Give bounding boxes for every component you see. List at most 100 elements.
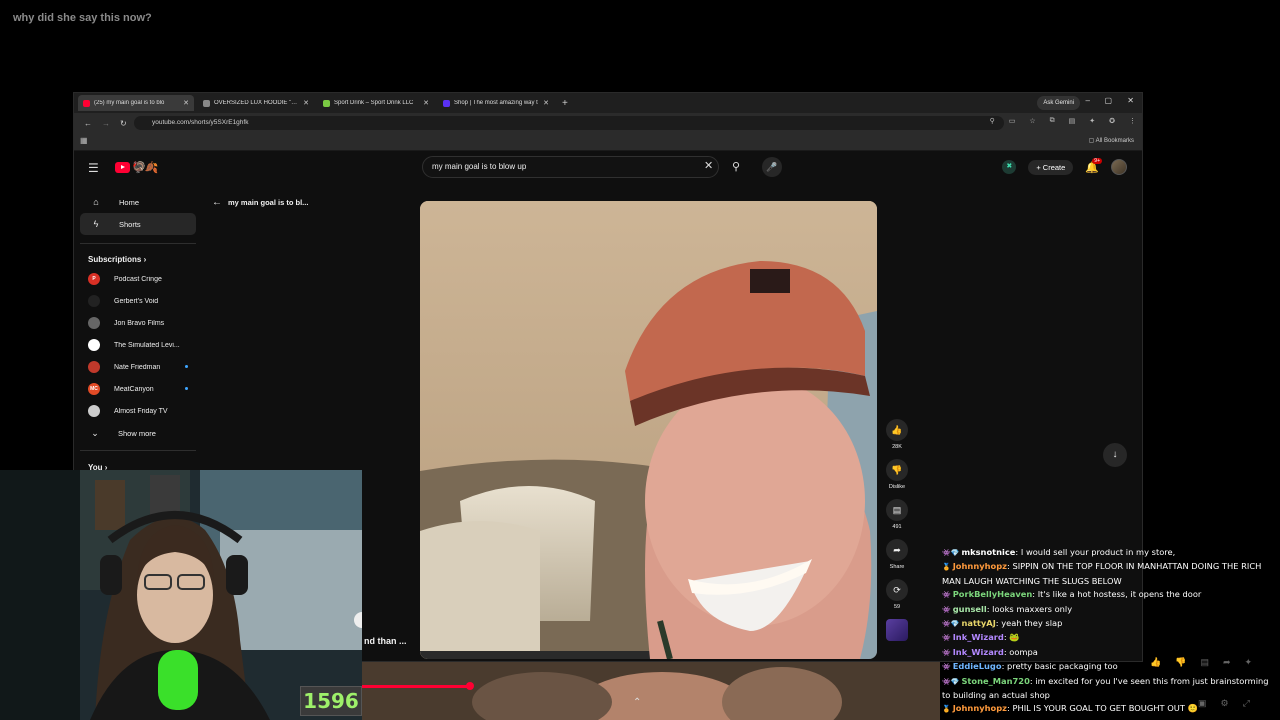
browser-tab[interactable]: Shop | The most amazing way t ✕	[438, 95, 554, 111]
dislike-button[interactable]: 👎 Dislike	[884, 459, 910, 490]
tab-title: Shop | The most amazing way t	[454, 100, 538, 106]
url-field[interactable]: youtube.com/shorts/y5SXrE1ghfk	[134, 116, 1004, 130]
extension-b-icon[interactable]: ✪	[1109, 117, 1115, 125]
browser-tab[interactable]: (25) my main goal is to blo ✕	[78, 95, 194, 111]
chat-username[interactable]: PorkBellyHeaven	[953, 589, 1033, 599]
browser-tab[interactable]: OVERSIZED LUX HOODIE "SWI ✕	[198, 95, 314, 111]
chat-badges-icon: 👾	[942, 663, 951, 672]
video-progress-bar[interactable]	[362, 685, 472, 688]
back-nav-icon[interactable]: ←	[84, 119, 92, 128]
chat-message: 👾 EddieLugo: pretty basic packaging too	[942, 660, 1278, 674]
tab-favicon-icon	[83, 99, 90, 107]
clear-search-icon[interactable]: ✕	[704, 159, 713, 172]
channel-name: MeatCanyon	[114, 385, 154, 393]
close-tab-icon[interactable]: ✕	[543, 99, 549, 107]
new-tab-button[interactable]: +	[562, 98, 568, 109]
channel-avatar	[88, 317, 100, 329]
channel-avatar	[88, 361, 100, 373]
sidebar-subscription-item[interactable]: Jon Bravo Films	[80, 312, 196, 334]
chat-username[interactable]: nattyAJ	[961, 618, 995, 628]
chat-username[interactable]: mksnotnice	[961, 547, 1015, 557]
sound-thumbnail-image	[886, 619, 908, 641]
ask-gemini-button[interactable]: Ask Gemini	[1037, 96, 1080, 110]
minimize-icon[interactable]: –	[1086, 96, 1090, 105]
back-to-search[interactable]: ← my main goal is to bl...	[212, 197, 308, 208]
share-button[interactable]: ➦ Share	[884, 539, 910, 570]
sidebar-subscription-item[interactable]: The Simulated Levi...	[80, 334, 196, 356]
comments-button[interactable]: ▤ 491	[884, 499, 910, 530]
chat-message: 👾 PorkBellyHeaven: It's like a hot hostes…	[942, 588, 1278, 602]
channel-avatar	[88, 405, 100, 417]
remix-button[interactable]: ⟳ 59	[884, 579, 910, 610]
all-bookmarks[interactable]: ▢ All Bookmarks	[1089, 137, 1134, 144]
search-icon[interactable]: ⚲	[726, 156, 746, 178]
notifications-bell-icon[interactable]: 🔔 9+	[1085, 157, 1102, 174]
new-content-dot	[185, 387, 188, 390]
chat-badges-icon: 👾💎	[942, 677, 960, 686]
extension-a-icon[interactable]: ✦	[1089, 117, 1095, 125]
subscriptions-heading[interactable]: Subscriptions ›	[80, 252, 196, 268]
chat-username[interactable]: Stone_Man720	[961, 676, 1029, 686]
video-frame	[420, 201, 877, 659]
chevron-up-icon[interactable]: ⌃	[633, 697, 641, 708]
sidebar-subscription-item[interactable]: P Podcast Cringe	[80, 268, 196, 290]
chat-username[interactable]: EddieLugo	[953, 661, 1002, 671]
browser-tab[interactable]: Sport Drink – Sport Drink LLC ✕	[318, 95, 434, 111]
sidebar-subscription-item[interactable]: Almost Friday TV	[80, 400, 196, 422]
chat-username[interactable]: Ink_Wizard	[953, 632, 1004, 642]
channel-avatar: P	[88, 273, 100, 285]
microphone-icon[interactable]: 🎤	[762, 157, 782, 177]
bookmark-star-icon[interactable]: ☆	[1029, 117, 1035, 125]
sidebar-subscription-item[interactable]: Nate Friedman	[80, 356, 196, 378]
chat-message: 🏅 Johnnyhopz: SIPPIN ON THE TOP FLOOR IN …	[942, 560, 1278, 588]
create-button[interactable]: + Create	[1028, 159, 1074, 175]
sidebar-subscription-item[interactable]: MC MeatCanyon	[80, 378, 196, 400]
forward-nav-icon[interactable]: →	[102, 119, 110, 128]
show-more-button[interactable]: ⌄ Show more	[80, 422, 196, 444]
apps-grid-icon[interactable]: ▦	[80, 136, 88, 145]
extensions-icon[interactable]: ⧉	[1050, 117, 1055, 125]
close-tab-icon[interactable]: ✕	[183, 99, 189, 107]
account-avatar[interactable]	[1111, 159, 1127, 175]
tab-title: OVERSIZED LUX HOODIE "SWI	[214, 100, 300, 106]
reload-icon[interactable]: ↻	[120, 119, 127, 128]
chat-message: 🏅 Johnnyhopz: PHIL IS YOUR GOAL TO GET BO…	[942, 702, 1278, 716]
video-progress-handle[interactable]	[466, 682, 474, 690]
youtube-logo[interactable]: 🦃🍂	[115, 161, 158, 174]
close-tab-icon[interactable]: ✕	[423, 99, 429, 107]
sidebar-item-shorts[interactable]: ϟ Shorts	[80, 213, 196, 235]
close-window-icon[interactable]: ✕	[1127, 96, 1134, 105]
sound-thumbnail[interactable]	[884, 619, 910, 641]
chat-message: 👾💎 nattyAJ: yeah they slap	[942, 617, 1278, 631]
thumbs-down-icon: 👎	[886, 459, 908, 481]
extension-logo-icon[interactable]: ✖	[1002, 160, 1017, 174]
chat-badges-icon: 👾	[942, 591, 951, 600]
channel-avatar	[88, 295, 100, 307]
chat-badges-icon: 👾	[942, 634, 951, 643]
chat-username[interactable]: Ink_Wizard	[953, 647, 1004, 657]
next-short-preview[interactable]	[362, 662, 940, 720]
remix-icon: ⟳	[886, 579, 908, 601]
arrow-down-icon: ↓	[1112, 449, 1118, 460]
menu-dots-icon[interactable]: ⋮	[1129, 117, 1136, 125]
like-button[interactable]: 👍 28K	[884, 419, 910, 450]
sidebar-subscription-item[interactable]: Gerbert's Void	[80, 290, 196, 312]
chat-username[interactable]: Johnnyhopz	[953, 703, 1007, 713]
webcam-image	[0, 470, 362, 720]
divider	[80, 450, 196, 451]
sidebar-item-home[interactable]: ⌂ Home	[80, 191, 196, 213]
chat-badges-icon: 👾	[942, 605, 951, 614]
close-tab-icon[interactable]: ✕	[303, 99, 309, 107]
cast-icon[interactable]: ▭	[1009, 117, 1016, 125]
zoom-icon[interactable]: ⚲	[990, 117, 995, 125]
hamburger-menu-icon[interactable]: ☰	[88, 161, 99, 175]
channel-name: Jon Bravo Films	[114, 319, 165, 327]
maximize-icon[interactable]: ▢	[1104, 96, 1112, 105]
share-label: Share	[889, 564, 905, 570]
chat-username[interactable]: Johnnyhopz	[953, 561, 1007, 571]
search-input[interactable]: my main goal is to blow up	[422, 156, 719, 178]
short-video-player[interactable]	[420, 201, 877, 659]
chat-username[interactable]: gunsell	[953, 604, 987, 614]
sidepanel-icon[interactable]: ▤	[1069, 117, 1076, 125]
next-short-button[interactable]: ↓	[1103, 443, 1127, 467]
